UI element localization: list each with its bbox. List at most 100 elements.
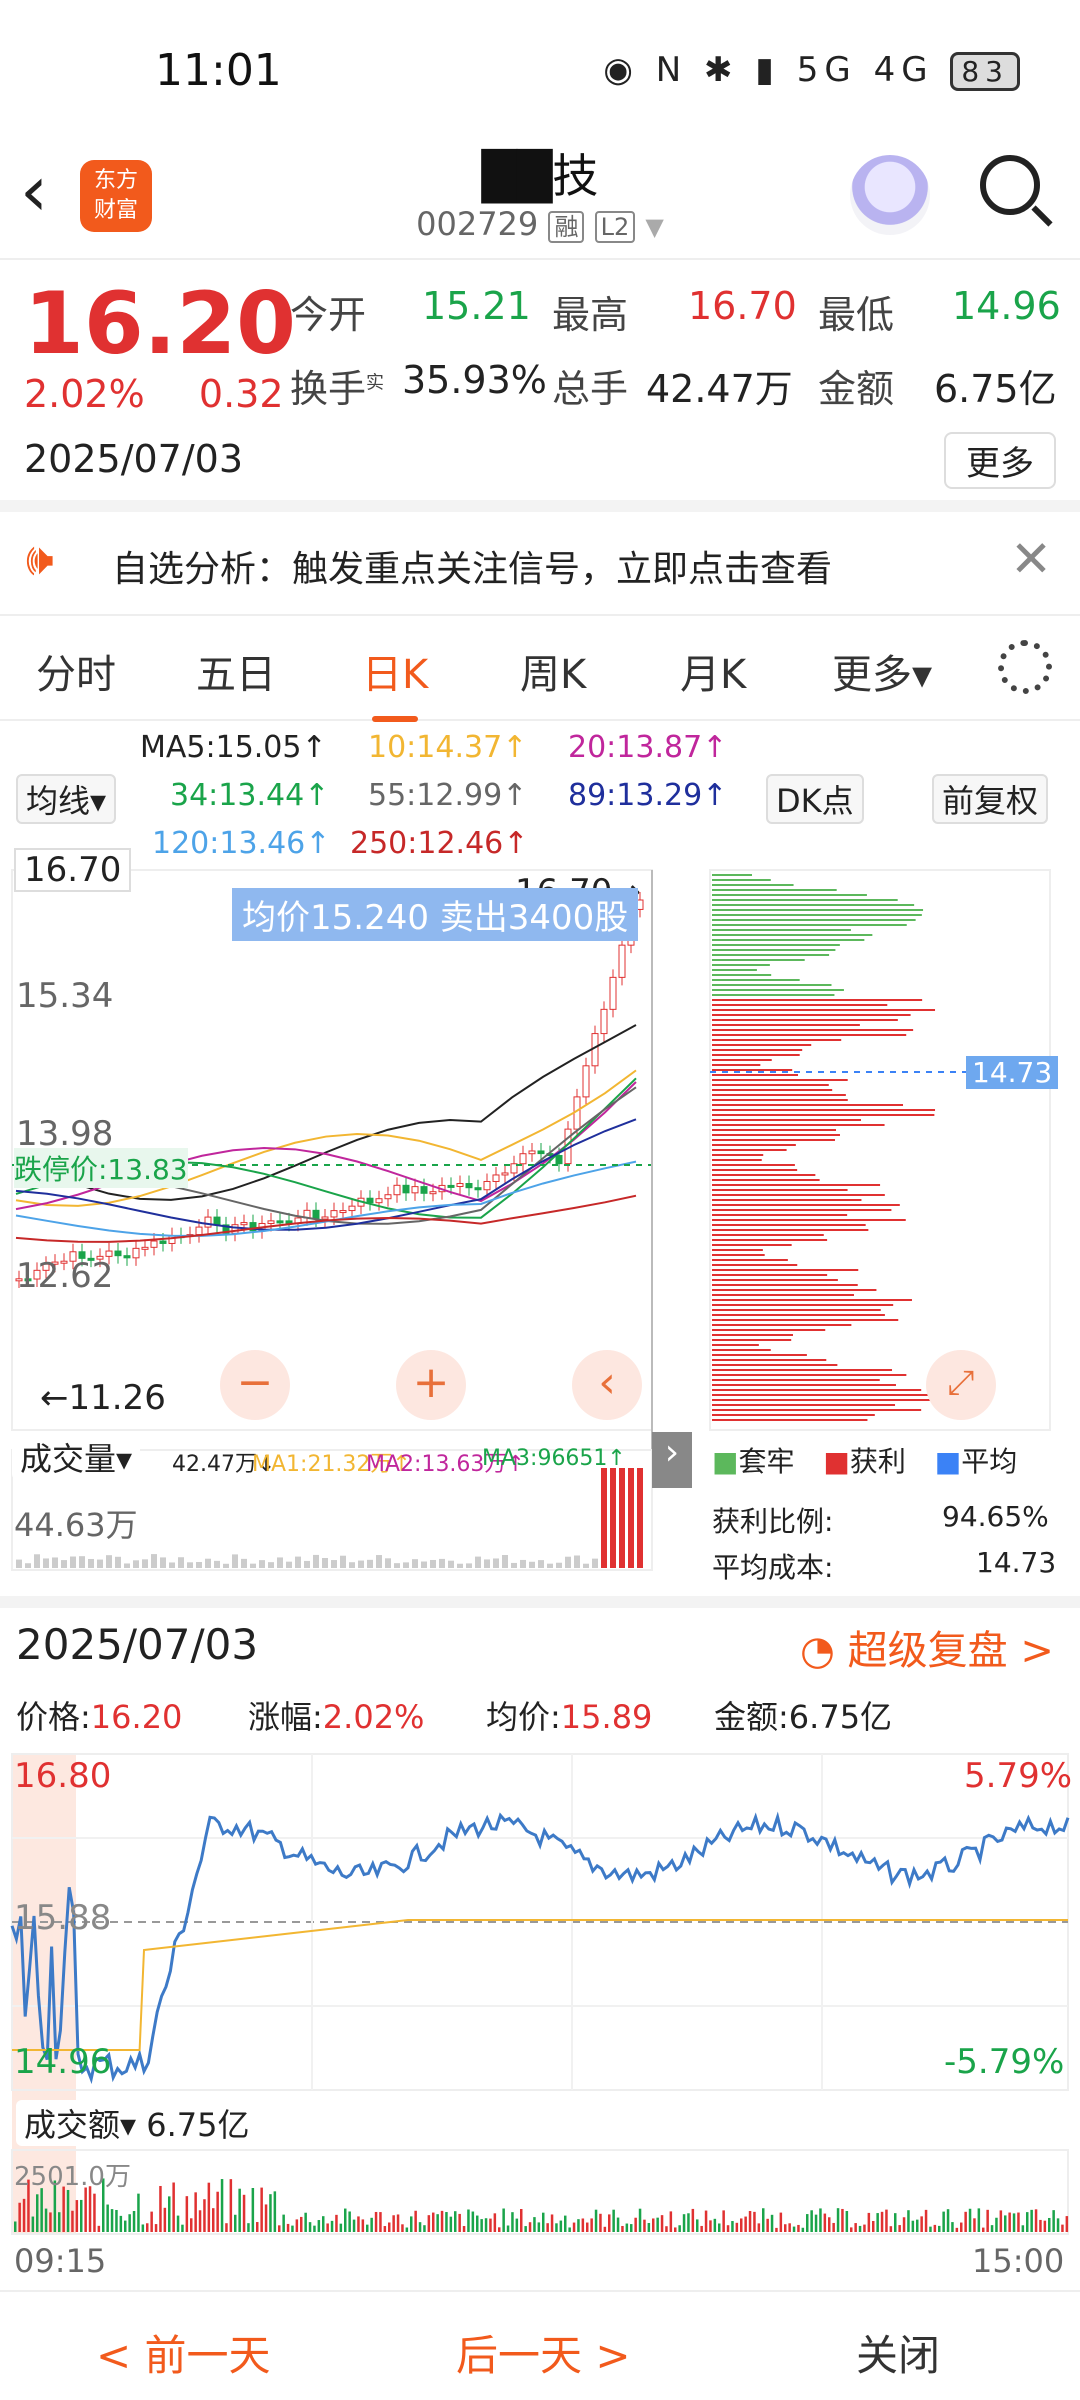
chip-bar [712,974,772,976]
intraday-volume-bar [779,2212,783,2232]
chip-bar [712,984,832,986]
chip-bar [712,1194,885,1196]
intraday-volume-bar [260,2187,263,2232]
intraday-volume-bar [383,2226,387,2232]
close-icon[interactable]: ✕ [1010,530,1052,588]
tab-more[interactable]: 更多▾ [832,642,932,700]
volume-bar [151,1554,157,1568]
super-replay-button[interactable]: ◔ 超级复盘 > [800,1618,1054,1676]
intraday-volume-bar [630,2224,633,2232]
low-value: 14.96 [952,284,1061,328]
chip-bar [712,1174,816,1176]
intraday-volume-bar [361,2219,365,2232]
intraday-volume-bar [898,2225,901,2232]
adjust-price-button[interactable]: 前复权 [932,774,1049,824]
next-day-button[interactable]: 后一天 > [456,2322,631,2383]
ma-select-button[interactable]: 均线▾ [16,774,117,824]
zoom-in-button[interactable]: + [396,1350,466,1420]
tab-daily-k[interactable]: 日K [362,642,428,722]
intraday-volume-bar [722,2210,725,2232]
notice-bar[interactable]: 🕪 自选分析：触发重点关注信号，立即点击查看 ✕ [0,512,1080,616]
intraday-volume-bar [678,2225,681,2232]
intraday-volume-bar [669,2211,673,2232]
intraday-volume-bar [608,2214,611,2232]
intraday-volume-bar [687,2213,690,2232]
intraday-volume-bar [480,2219,483,2232]
tab-five-day[interactable]: 五日 [196,642,276,700]
ma-item: 10:14.37↑ [368,730,528,765]
intraday-chart[interactable] [0,1750,1080,2280]
volume-select-button[interactable]: 成交量▾ [12,1434,141,1480]
chip-bar [712,989,844,991]
intraday-volume-bar [176,2215,180,2232]
intraday-volume-bar [374,2211,378,2232]
zoom-out-button[interactable]: − [220,1350,290,1420]
intraday-volume-bar [594,2209,598,2232]
intraday-volume-bar [467,2209,470,2232]
intraday-high-label: 16.80 [14,1756,112,1796]
volume-bar [592,1558,598,1568]
notice-text[interactable]: 自选分析：触发重点关注信号，立即点击查看 [112,540,832,592]
chip-bar [712,1349,771,1351]
more-button[interactable]: 更多 [944,432,1056,489]
close-button[interactable]: 关闭 [856,2322,940,2383]
intraday-volume-bar [1039,2219,1042,2232]
volume-bar [232,1554,238,1568]
intraday-volume-bar [216,2191,219,2232]
intraday-volume-bar [643,2219,646,2232]
intraday-volume-bar [106,2204,109,2232]
intraday-volume-bar [88,2186,92,2232]
assistant-robot-icon[interactable] [850,155,930,235]
candle-body [312,1209,320,1220]
chip-bar [712,1139,835,1141]
volume-bar [511,1562,517,1568]
status-bar: 11:01 ◉ N ✱ ▮ 5G 4G 83 [0,0,1080,130]
chip-bar [712,1249,763,1251]
legend-swatch-green: ■ [712,1445,739,1478]
tab-intraday[interactable]: 分时 [36,642,116,700]
volume-bar [430,1559,436,1568]
chip-bar [712,1364,838,1366]
expand-chip-button[interactable]: › [652,1432,692,1488]
amount-label: 金额 [818,367,895,411]
gear-icon[interactable] [998,640,1052,694]
intraday-volume-bar [960,2222,963,2232]
tab-monthly-k[interactable]: 月K [680,642,746,700]
intraday-volume-bar [564,2215,567,2232]
chevron-down-icon[interactable]: ▼ [645,213,663,241]
intraday-volume-bar [427,2215,431,2232]
chip-bar [712,874,752,876]
profit-ratio-value: 94.65% [942,1500,1049,1533]
level2-tag[interactable]: L2 [594,211,636,243]
volume-bar [403,1562,409,1568]
prev-day-button[interactable]: < 前一天 [96,2322,271,2383]
tab-weekly-k[interactable]: 周K [520,642,586,700]
chip-bar [712,879,771,881]
intraday-volume-bar [172,2182,175,2232]
intraday-volume-bar [656,2217,659,2232]
amount-axis-label: 2501.0万 [14,2162,131,2192]
intraday-volume-bar [273,2191,277,2232]
intraday-volume-bar [119,2215,123,2232]
intraday-volume-bar [339,2223,343,2232]
chip-bar [712,1104,904,1106]
scroll-left-button[interactable]: ‹ [572,1350,642,1420]
time-end: 15:00 [972,2242,1065,2280]
search-icon[interactable] [980,155,1040,215]
volume-bar [277,1557,283,1568]
chip-bar [712,1354,807,1356]
intraday-volume-bar [62,2186,65,2232]
volume-bar [367,1559,373,1568]
chip-bar [712,1369,893,1371]
change-percent: 2.02% [24,372,145,416]
candle-body [429,1191,437,1195]
dk-point-button[interactable]: DK点 [766,774,864,824]
amount-select-button[interactable]: 成交额▾ 6.75亿 [16,2100,258,2146]
intraday-volume-bar [282,2214,285,2232]
intraday-volume-bar [616,2217,620,2232]
chip-bar [712,1149,787,1151]
fullscreen-icon[interactable]: ⤢ [926,1350,996,1420]
replay-amt-label: 金额: [714,1698,789,1736]
intraday-volume-bar [916,2219,919,2232]
super-replay-label: 超级复盘 > [847,1628,1054,1674]
